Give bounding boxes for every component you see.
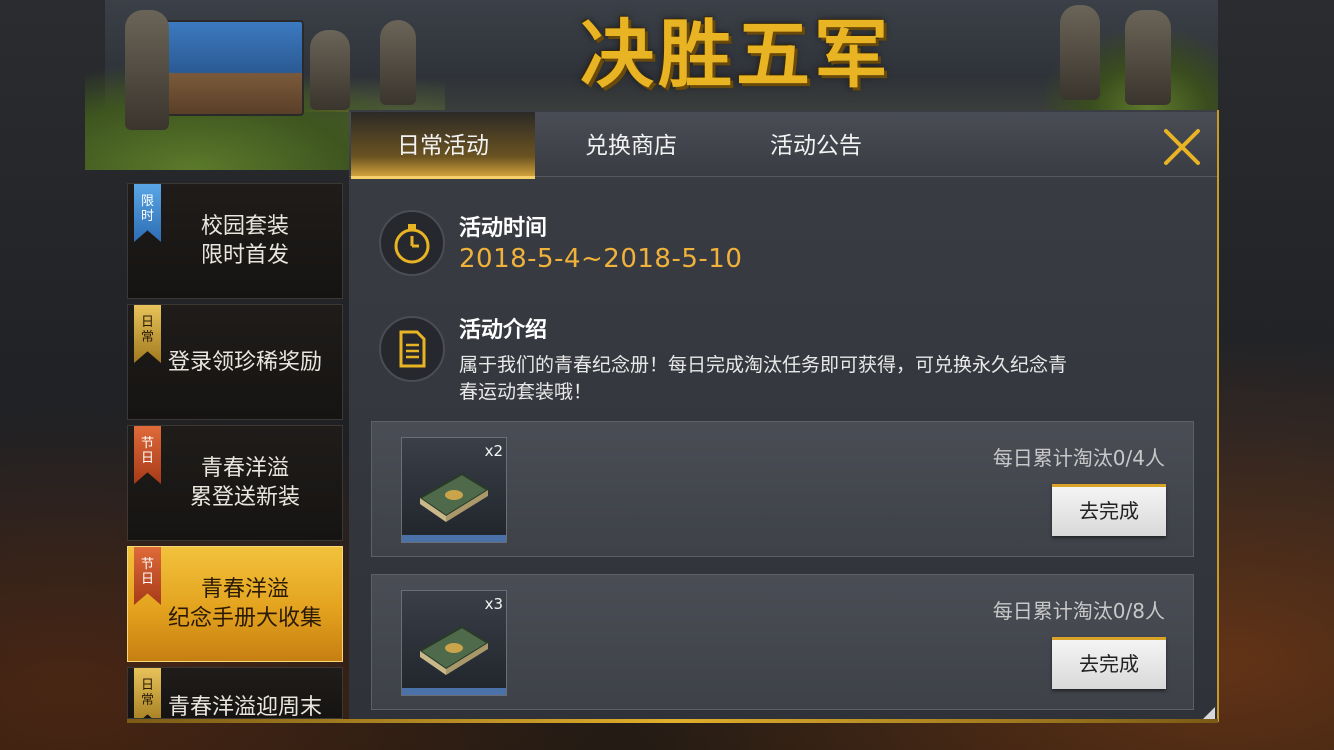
activity-intro-text: 属于我们的青春纪念册！每日完成淘汰任务即可获得，可兑换永久纪念青 春运动套装哦！ bbox=[459, 352, 1179, 406]
go-complete-button[interactable]: 去完成 bbox=[1052, 637, 1166, 689]
soldier-illustration bbox=[310, 30, 350, 110]
activity-time-heading: 活动时间 bbox=[459, 216, 548, 241]
soldier-illustration bbox=[1125, 10, 1171, 105]
sidebar-item-youth-weekend[interactable]: 日常 青春洋溢迎周末 bbox=[127, 667, 343, 719]
item-count: x2 bbox=[484, 442, 503, 460]
task-description: 每日累计淘汰0/8人 bbox=[992, 599, 1165, 623]
activity-time-value: 2018-5-4~2018-5-10 bbox=[459, 244, 743, 274]
banner-title: 决胜五军 bbox=[580, 12, 892, 98]
sidebar-item-line1: 登录领珍稀奖励 bbox=[167, 349, 322, 375]
task-card: x2 每日累计淘汰0/4人 去完成 bbox=[371, 421, 1194, 557]
tab-exchange-store[interactable]: 兑换商店 bbox=[539, 112, 723, 176]
soldier-illustration bbox=[380, 20, 416, 105]
close-icon bbox=[1164, 129, 1200, 165]
reward-item[interactable]: x3 bbox=[401, 590, 507, 696]
reward-item[interactable]: x2 bbox=[401, 437, 507, 543]
task-description: 每日累计淘汰0/4人 bbox=[992, 446, 1165, 470]
tab-announcements[interactable]: 活动公告 bbox=[724, 112, 908, 176]
intro-icon-circle bbox=[379, 316, 445, 382]
stopwatch-icon bbox=[394, 224, 430, 264]
sidebar-item-youth-login[interactable]: 节日 青春洋溢 累登送新装 bbox=[127, 425, 343, 541]
item-rarity-bar bbox=[402, 535, 506, 542]
document-icon bbox=[399, 330, 426, 368]
supply-crate-illustration bbox=[160, 20, 304, 116]
sidebar-item-line2: 累登送新装 bbox=[189, 485, 300, 510]
close-button[interactable] bbox=[1159, 124, 1205, 170]
sidebar-item-login-reward[interactable]: 日常 登录领珍稀奖励 bbox=[127, 304, 343, 420]
sidebar-item-line1: 青春洋溢 bbox=[200, 456, 289, 481]
sidebar-item-text: 青春洋溢 纪念手册大收集 bbox=[148, 547, 342, 661]
sidebar-item-line2: 限时首发 bbox=[200, 243, 289, 268]
sidebar-item-line1: 青春洋溢迎周末 bbox=[167, 695, 322, 719]
task-card: x3 每日累计淘汰0/8人 去完成 bbox=[371, 574, 1194, 710]
time-icon-circle bbox=[379, 210, 445, 276]
tab-label: 活动公告 bbox=[770, 133, 862, 159]
sidebar-item-line1: 青春洋溢 bbox=[200, 577, 289, 602]
sidebar-item-text: 青春洋溢迎周末 bbox=[148, 668, 342, 718]
tab-label: 日常活动 bbox=[397, 133, 489, 159]
go-complete-button[interactable]: 去完成 bbox=[1052, 484, 1166, 536]
sidebar-item-text: 校园套装 限时首发 bbox=[148, 184, 342, 298]
sidebar-item-line2: 纪念手册大收集 bbox=[167, 606, 322, 631]
tab-daily-activities[interactable]: 日常活动 bbox=[351, 112, 535, 179]
sidebar-item-campus-outfit[interactable]: 限时 校园套装 限时首发 bbox=[127, 183, 343, 299]
sidebar-item-line1: 校园套装 bbox=[200, 214, 289, 239]
item-count: x3 bbox=[484, 595, 503, 613]
tab-label: 兑换商店 bbox=[585, 133, 677, 159]
activity-intro-line: 春运动套装哦！ bbox=[459, 381, 593, 403]
activity-intro-heading: 活动介绍 bbox=[459, 318, 548, 343]
panel-bottom-border bbox=[127, 719, 1218, 723]
sidebar-item-text: 登录领珍稀奖励 bbox=[148, 305, 342, 419]
sidebar-item-text: 青春洋溢 累登送新装 bbox=[148, 426, 342, 540]
tab-bar: 日常活动 兑换商店 活动公告 bbox=[349, 112, 1217, 179]
soldier-illustration bbox=[1060, 5, 1100, 100]
item-rarity-bar bbox=[402, 688, 506, 695]
activity-intro-line: 属于我们的青春纪念册！每日完成淘汰任务即可获得，可兑换永久纪念青 bbox=[459, 354, 1068, 376]
scroll-corner-icon bbox=[1203, 707, 1215, 719]
soldier-illustration bbox=[125, 10, 169, 130]
sidebar-item-youth-notebook[interactable]: 节日 青春洋溢 纪念手册大收集 bbox=[127, 546, 343, 662]
